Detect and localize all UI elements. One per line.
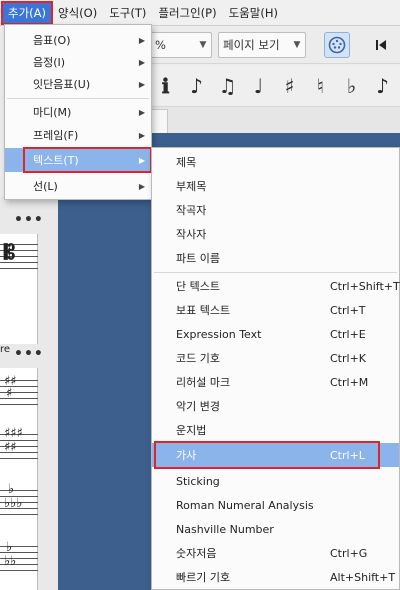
natural-icon[interactable]: ♮ (305, 74, 336, 98)
menu-item-text[interactable]: 텍스트(T) ▶ (5, 148, 151, 172)
chevron-down-icon: ▼ (199, 40, 207, 50)
note-voice-icon[interactable]: ♪ (367, 74, 398, 98)
menu-item-lines[interactable]: 선(L) ▶ (5, 175, 151, 197)
midi-icon (328, 36, 346, 54)
flat-icon[interactable]: ♭ (336, 74, 367, 98)
note-beam-icon[interactable]: ♫ (212, 74, 243, 98)
menu-format[interactable]: 양식(O) (52, 2, 103, 24)
score-tab-strip (150, 107, 400, 133)
palette-cell-keysig[interactable]: ♯♯ ♯ ♯♯♯ ♯♯ ♭ ♭♭♭ ♭ ♭♭ (0, 368, 38, 590)
menu-item-intervals[interactable]: 음정(I) ▶ (5, 51, 151, 73)
submenu-item-expression-text[interactable]: Expression Text Ctrl+E (152, 322, 399, 346)
submenu-item-lyrics[interactable]: 가사 Ctrl+L (152, 443, 399, 467)
menu-separator (154, 272, 397, 273)
menu-separator (7, 98, 149, 99)
menu-bar: 추가(A) 양식(O) 도구(T) 플러그인(P) 도움말(H) (0, 0, 400, 26)
sharp-icon: ♯♯ (4, 440, 17, 455)
submenu-item-chord-symbol[interactable]: 코드 기호 Ctrl+K (152, 346, 399, 370)
chevron-right-icon: ▶ (138, 57, 145, 67)
flat-icon: ♭ (8, 482, 15, 497)
text-submenu: 제목 부제목 작곡자 작사자 파트 이름 단 텍스트 Ctrl+Shift+T … (151, 147, 400, 590)
submenu-item-nashville-number[interactable]: Nashville Number (152, 517, 399, 541)
menu-plugins[interactable]: 플러그인(P) (152, 2, 222, 24)
rest-icon[interactable]: ♩ (243, 74, 274, 98)
menu-item-measures[interactable]: 마디(M) ▶ (5, 101, 151, 123)
submenu-item-tempo-marking[interactable]: 빠르기 기호 Alt+Shift+T (152, 565, 399, 589)
more-options-icon[interactable]: ••• (14, 346, 44, 362)
view-mode-combo[interactable]: 페이지 보기 ▼ (218, 32, 306, 58)
flat-icon: ♭♭♭ (4, 496, 23, 511)
menu-item-frames[interactable]: 프레임(F) ▶ (5, 124, 151, 146)
menu-tools[interactable]: 도구(T) (103, 2, 152, 24)
zoom-combo[interactable]: % ▼ (150, 32, 212, 58)
submenu-item-staff-text[interactable]: 보표 텍스트 Ctrl+T (152, 298, 399, 322)
submenu-item-title[interactable]: 제목 (152, 150, 399, 174)
sharp-icon[interactable]: ♯ (274, 74, 305, 98)
submenu-item-roman-numeral[interactable]: Roman Numeral Analysis (152, 493, 399, 517)
menu-item-tuplets[interactable]: 잇단음표(U) ▶ (5, 73, 151, 95)
menu-help[interactable]: 도움말(H) (223, 2, 284, 24)
flat-icon: ♭♭ (4, 554, 17, 569)
sharp-icon: ♯ (6, 386, 13, 401)
chevron-right-icon: ▶ (138, 181, 145, 191)
toolbar: % ▼ 페이지 보기 ▼ (150, 26, 400, 64)
submenu-item-instrument-change[interactable]: 악기 변경 (152, 394, 399, 418)
score-tab[interactable] (150, 109, 168, 133)
flat-icon: ♭ (6, 540, 13, 555)
more-options-icon[interactable]: ••• (14, 212, 44, 228)
submenu-item-sticking[interactable]: Sticking (152, 469, 399, 493)
note-tie-icon[interactable]: ℹ (150, 74, 181, 98)
menu-item-notes[interactable]: 음표(O) ▶ (5, 29, 151, 51)
submenu-item-part-name[interactable]: 파트 이름 (152, 246, 399, 270)
alto-clef-icon: 𝄡 (4, 240, 16, 264)
submenu-item-subtitle[interactable]: 부제목 (152, 174, 399, 198)
add-menu-dropdown: 음표(O) ▶ 음정(I) ▶ 잇단음표(U) ▶ 마디(M) ▶ 프레임(F)… (4, 24, 152, 200)
skip-back-icon (376, 40, 386, 50)
submenu-item-figured-bass[interactable]: 숫자저음 Ctrl+G (152, 541, 399, 565)
chevron-right-icon: ▶ (138, 107, 145, 117)
submenu-item-fingering[interactable]: 운지법 (152, 418, 399, 442)
chevron-right-icon: ▶ (138, 79, 145, 89)
menu-add[interactable]: 추가(A) (1, 0, 53, 25)
note-input-toolbar: ℹ ♪ ♫ ♩ ♯ ♮ ♭ ♪ (150, 65, 400, 107)
palette-cell-clef[interactable]: 𝄡 re (0, 234, 38, 355)
palette-panel: ••• 𝄡 re ••• ♯♯ ♯ ♯♯♯ ♯♯ ♭ ♭♭♭ ♭ ♭♭ (0, 196, 58, 590)
submenu-item-lyricist[interactable]: 작사자 (152, 222, 399, 246)
chevron-right-icon: ▶ (138, 35, 145, 45)
submenu-item-system-text[interactable]: 단 텍스트 Ctrl+Shift+T (152, 274, 400, 298)
chevron-down-icon: ▼ (293, 40, 301, 50)
note-flag-icon[interactable]: ♪ (181, 74, 212, 98)
palette-text: re (0, 344, 11, 355)
zoom-value: % (155, 38, 166, 52)
rewind-button[interactable] (368, 32, 394, 58)
view-mode-value: 페이지 보기 (223, 38, 280, 52)
sharp-icon: ♯♯♯ (4, 426, 23, 441)
midi-input-button[interactable] (324, 32, 350, 58)
chevron-right-icon: ▶ (138, 130, 145, 140)
submenu-item-rehearsal-mark[interactable]: 리허설 마크 Ctrl+M (152, 370, 399, 394)
chevron-right-icon: ▶ (138, 155, 145, 165)
submenu-item-composer[interactable]: 작곡자 (152, 198, 399, 222)
